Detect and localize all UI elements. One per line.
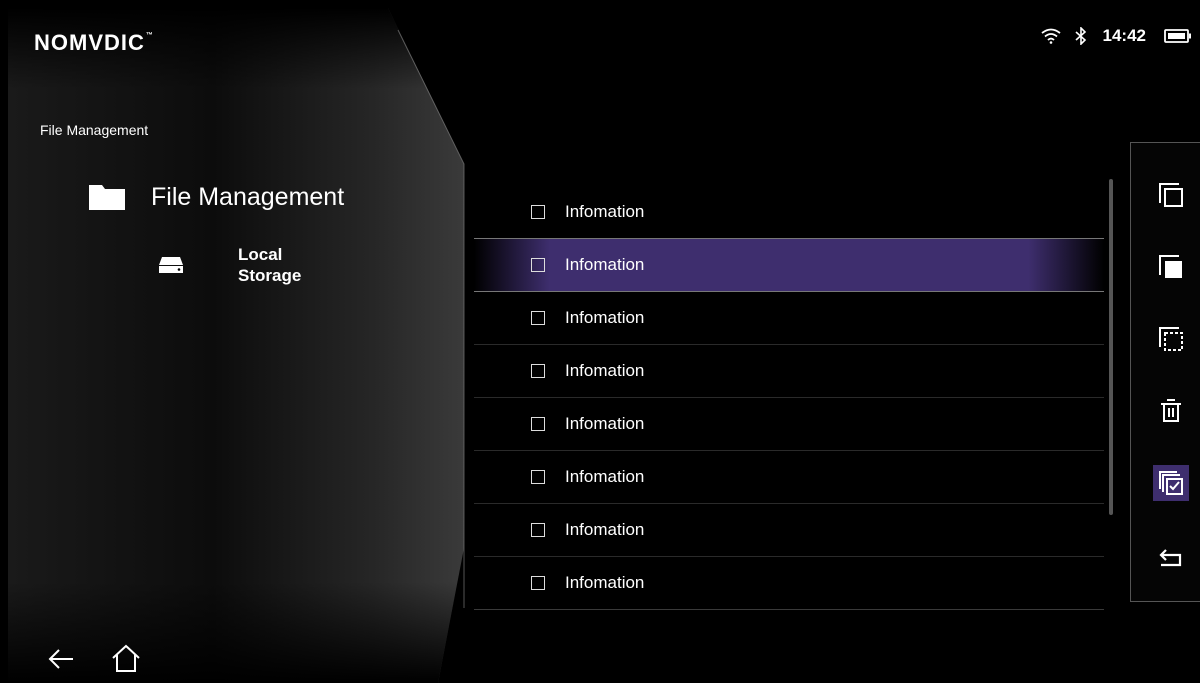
wifi-icon [1040, 28, 1061, 44]
file-name: Infomation [565, 573, 645, 592]
bluetooth-icon [1074, 27, 1086, 45]
cut-button[interactable] [1153, 321, 1189, 357]
file-name: Infomation [565, 308, 645, 327]
file-row[interactable]: Infomation [474, 186, 1104, 239]
file-name: Infomation [565, 255, 645, 274]
tree-child-label: Local Storage [238, 245, 302, 285]
checkbox[interactable] [531, 576, 545, 590]
checkbox[interactable] [531, 417, 545, 431]
logo-trademark: ™ [145, 32, 154, 39]
copy-filled-icon [1159, 255, 1182, 278]
tree-root-label: File Management [151, 182, 345, 211]
file-row[interactable]: Infomation [474, 345, 1104, 398]
action-toolbar [1130, 142, 1200, 602]
tree-item-file-management[interactable]: File Management [88, 180, 344, 214]
home-icon[interactable] [110, 642, 142, 674]
file-list: Infomation Infomation Infomation Infomat… [474, 186, 1104, 610]
checkbox[interactable] [531, 258, 545, 272]
paste-button[interactable] [1153, 249, 1189, 285]
cut-icon [1159, 327, 1183, 351]
breadcrumb: File Management [40, 122, 149, 138]
file-row[interactable]: Infomation [474, 398, 1104, 451]
screen: NOMVDIC™ File Management File Management… [8, 8, 1200, 683]
checkbox[interactable] [531, 311, 545, 325]
return-button[interactable] [1153, 539, 1189, 575]
file-name: Infomation [565, 414, 645, 433]
file-name: Infomation [565, 202, 645, 221]
status-bar: 14:42 [1040, 24, 1200, 48]
file-row[interactable]: Infomation [474, 557, 1104, 610]
file-row-selected[interactable]: Infomation [474, 238, 1104, 292]
file-name: Infomation [565, 467, 645, 486]
brand-logo: NOMVDIC™ [34, 30, 154, 56]
copy-button[interactable] [1153, 177, 1189, 213]
list-scrollbar[interactable] [1109, 179, 1113, 515]
clock: 14:42 [1102, 26, 1146, 45]
checkbox[interactable] [531, 364, 545, 378]
file-row[interactable]: Infomation [474, 451, 1104, 504]
file-row[interactable]: Infomation [474, 292, 1104, 345]
return-icon [1159, 549, 1182, 567]
checkbox[interactable] [531, 470, 545, 484]
checkbox[interactable] [531, 205, 545, 219]
select-all-button[interactable] [1153, 465, 1189, 501]
drive-icon [159, 257, 183, 273]
select-all-icon [1159, 471, 1183, 495]
left-panel-background [8, 8, 465, 683]
delete-button[interactable] [1153, 393, 1189, 429]
checkbox[interactable] [531, 523, 545, 537]
left-panel: NOMVDIC™ File Management File Management… [8, 8, 478, 683]
tree-item-local-storage[interactable]: Local Storage [158, 244, 301, 286]
copy-icon [1159, 183, 1183, 207]
file-name: Infomation [565, 520, 645, 539]
file-row[interactable]: Infomation [474, 504, 1104, 557]
file-name: Infomation [565, 361, 645, 380]
back-arrow-icon[interactable] [46, 644, 76, 674]
folder-icon [89, 185, 125, 210]
battery-icon [1164, 29, 1191, 43]
delete-icon [1161, 399, 1181, 422]
logo-text: NOMVDIC [34, 30, 145, 55]
